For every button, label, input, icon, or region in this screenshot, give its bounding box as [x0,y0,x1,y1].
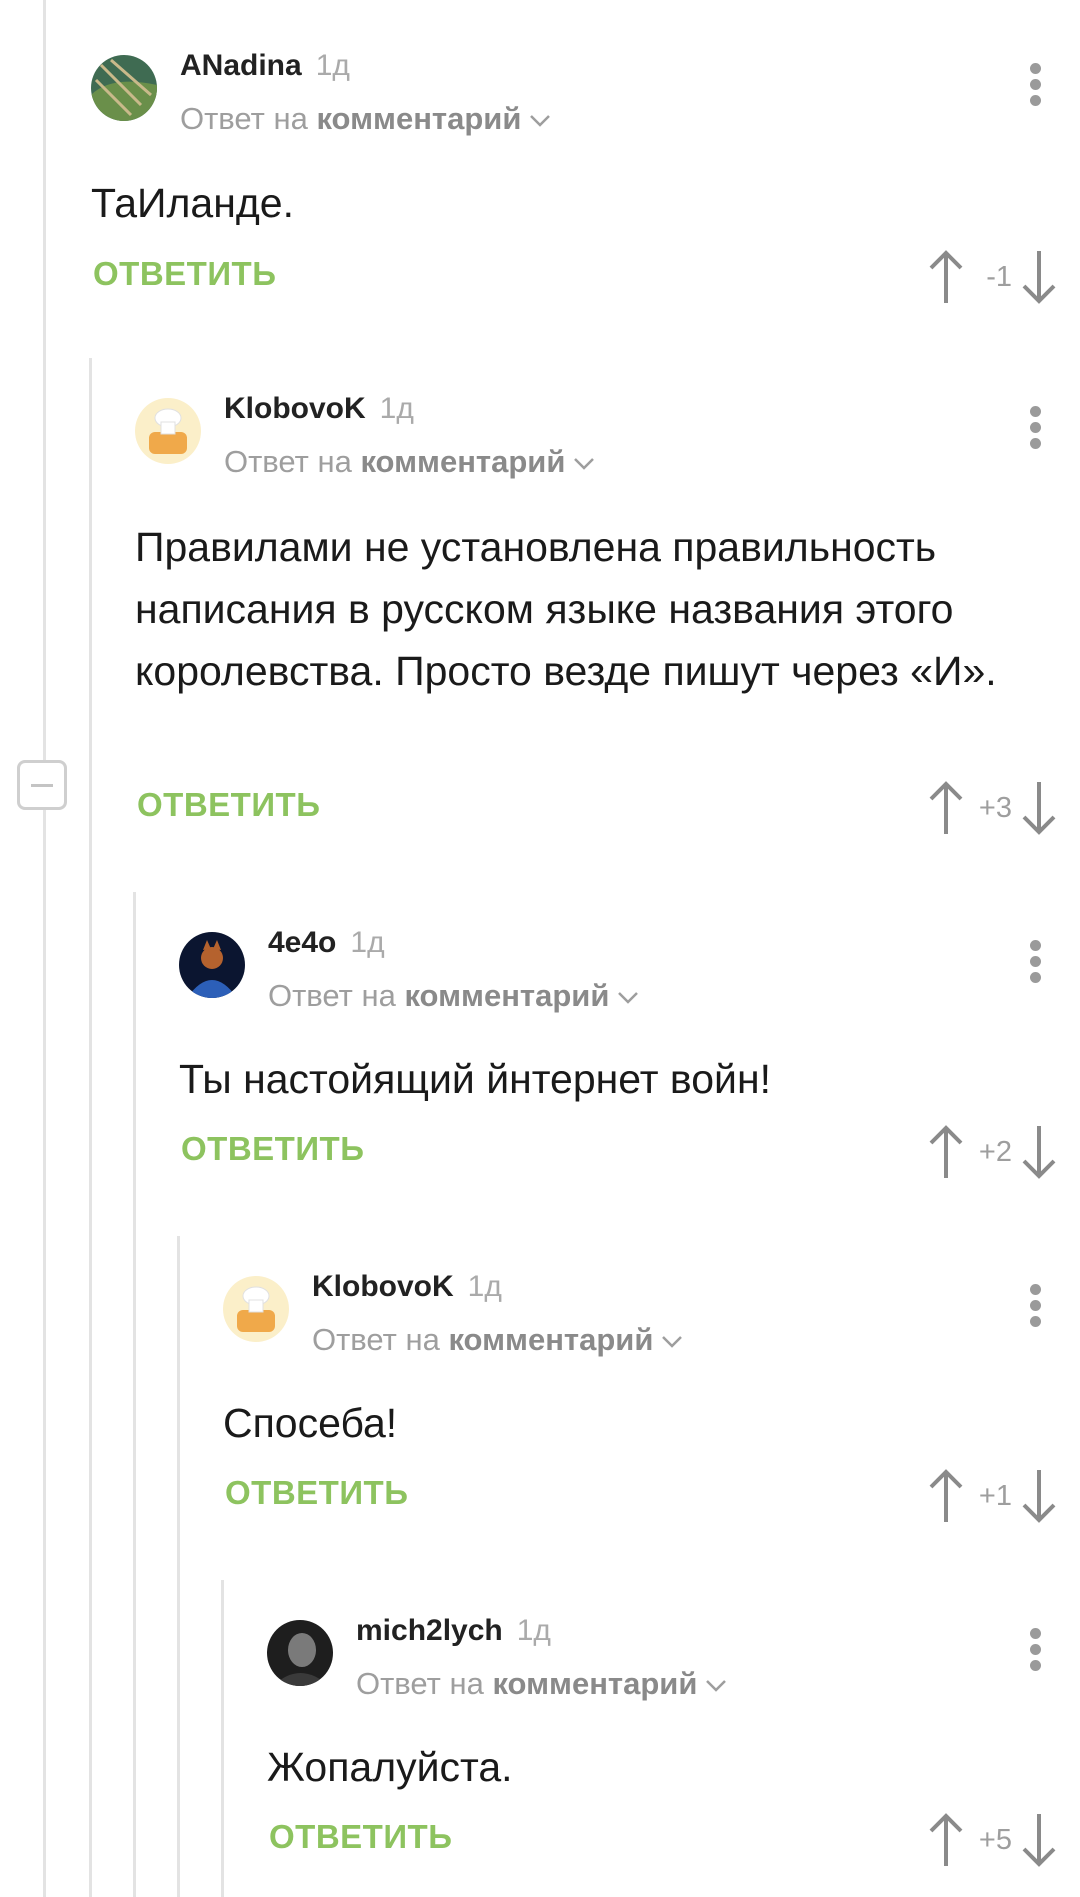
more-options-icon[interactable] [1030,940,1042,984]
more-options-icon[interactable] [1030,63,1042,107]
comment: 4e4o 1д Ответ на комментарий Ты настойящи… [179,926,1080,1232]
comment-actions: ОТВЕТИТЬ +1 [223,1468,1080,1528]
reply-to-link[interactable]: Ответ на комментарий [180,101,551,137]
reply-to-link[interactable]: Ответ на комментарий [356,1666,727,1702]
comment: KlobovoK 1д Ответ на комментарий Спосеба!… [223,1270,1080,1576]
avatar-klobovok[interactable] [223,1276,289,1342]
comment-text: Жопалуйста. [267,1744,513,1790]
author-name[interactable]: 4e4o 1д [268,926,385,960]
vote-score: +3 [978,792,1012,824]
reply-button[interactable]: ОТВЕТИТЬ [181,1130,364,1168]
vote-score: +5 [978,1824,1012,1856]
comment-actions: ОТВЕТИТЬ +3 [135,780,1080,840]
collapse-thread-button[interactable] [17,760,67,810]
downvote-arrow-icon[interactable] [1020,1124,1058,1180]
avatar-4e4o[interactable] [179,932,245,998]
more-options-icon[interactable] [1030,1284,1042,1328]
avatar-mich2lych[interactable] [267,1620,333,1686]
author-name[interactable]: mich2lych 1д [356,1614,551,1648]
chevron-down-icon [662,1335,683,1348]
thread-line-level-4 [221,1580,224,1897]
chevron-down-icon [574,457,595,470]
comment-time: 1д [467,1270,502,1303]
downvote-arrow-icon[interactable] [1020,1812,1058,1868]
comment-text: Правилами не установлена правильность на… [135,524,997,694]
more-options-icon[interactable] [1030,1628,1042,1672]
reply-button[interactable]: ОТВЕТИТЬ [269,1818,452,1856]
thread-line-level-1 [89,358,92,1897]
comment-actions: ОТВЕТИТЬ -1 [91,249,1080,309]
upvote-arrow-icon[interactable] [927,1468,965,1524]
vote-score: -1 [986,261,1012,293]
author-name[interactable]: KlobovoK 1д [312,1270,502,1304]
comment: KlobovoK 1д Ответ на комментарий Правилам… [135,392,1080,840]
reply-to-link[interactable]: Ответ на комментарий [224,444,595,480]
vote-score: +2 [978,1136,1012,1168]
reply-button[interactable]: ОТВЕТИТЬ [93,255,276,293]
comment-text: Ты настойящий йнтернет войн! [179,1056,771,1102]
comment-time: 1д [350,926,385,959]
author-name[interactable]: KlobovoK 1д [224,392,414,426]
upvote-arrow-icon[interactable] [927,1124,965,1180]
reply-to-link[interactable]: Ответ на комментарий [268,978,639,1014]
thread-line-level-3 [177,1236,180,1897]
upvote-arrow-icon[interactable] [927,249,965,305]
comment-text: ТаИланде. [91,180,294,226]
comment: mich2lych 1д Ответ на комментарий Жопалуй… [267,1614,1080,1897]
downvote-arrow-icon[interactable] [1020,780,1058,836]
upvote-arrow-icon[interactable] [927,780,965,836]
comment-time: 1д [379,392,414,425]
reply-button[interactable]: ОТВЕТИТЬ [137,786,320,824]
reply-button[interactable]: ОТВЕТИТЬ [225,1474,408,1512]
avatar-klobovok[interactable] [135,398,201,464]
reply-to-link[interactable]: Ответ на комментарий [312,1322,683,1358]
avatar-anadina[interactable] [91,55,157,121]
vote-score: +1 [978,1480,1012,1512]
chevron-down-icon [618,991,639,1004]
thread-line-level-0 [43,0,46,1897]
comment-actions: ОТВЕТИТЬ +5 [267,1812,1080,1872]
downvote-arrow-icon[interactable] [1020,1468,1058,1524]
more-options-icon[interactable] [1030,406,1042,450]
downvote-arrow-icon[interactable] [1020,249,1058,305]
comment: ANadina 1д Ответ на комментарий ТаИланде.… [91,49,1080,345]
comment-actions: ОТВЕТИТЬ +2 [179,1124,1080,1184]
author-name[interactable]: ANadina 1д [180,49,350,83]
comment-text: Спосеба! [223,1400,398,1446]
comment-time: 1д [315,49,350,82]
upvote-arrow-icon[interactable] [927,1812,965,1868]
chevron-down-icon [530,114,551,127]
comment-time: 1д [516,1614,551,1647]
chevron-down-icon [706,1679,727,1692]
thread-line-level-2 [133,892,136,1897]
